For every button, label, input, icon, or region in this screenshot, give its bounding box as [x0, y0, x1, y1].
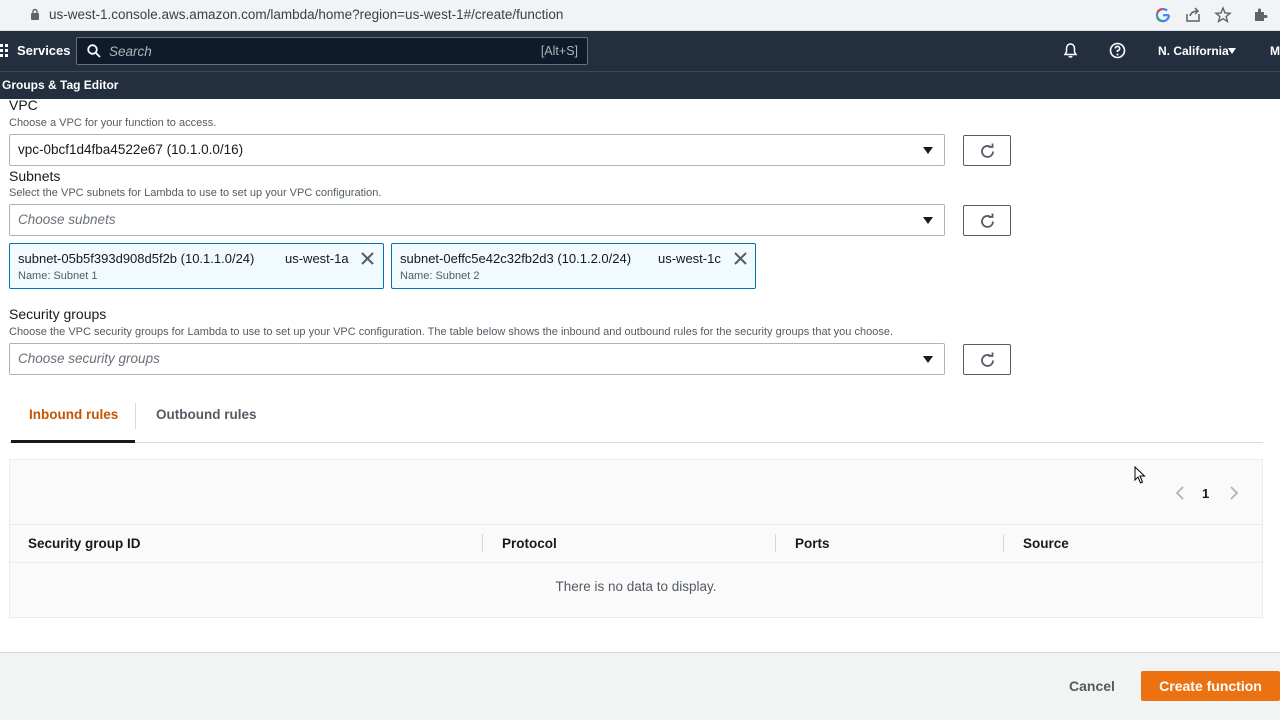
- account-menu[interactable]: M: [1270, 44, 1280, 58]
- security-groups-placeholder: Choose security groups: [18, 351, 160, 366]
- tab-inbound-rules[interactable]: Inbound rules: [29, 407, 118, 422]
- groups-tag-editor-link[interactable]: Groups & Tag Editor: [2, 78, 118, 92]
- security-groups-label: Security groups: [9, 306, 107, 322]
- subnet-token: subnet-0effc5e42c32fb2d3 (10.1.2.0/24) u…: [391, 243, 756, 289]
- cancel-button[interactable]: Cancel: [1062, 671, 1122, 701]
- pagination-page-number[interactable]: 1: [1202, 486, 1209, 501]
- column-header-ports[interactable]: Ports: [795, 536, 830, 551]
- column-resizer[interactable]: [1003, 534, 1004, 552]
- browser-address-bar[interactable]: us-west-1.console.aws.amazon.com/lambda/…: [0, 0, 1280, 31]
- lock-icon: [31, 8, 39, 20]
- refresh-security-groups-button[interactable]: [963, 344, 1011, 375]
- vpc-select[interactable]: vpc-0bcf1d4fba4522e67 (10.1.0.0/16): [9, 134, 945, 166]
- subnet-token-id: subnet-0effc5e42c32fb2d3 (10.1.2.0/24): [400, 251, 632, 266]
- security-groups-select[interactable]: Choose security groups: [9, 343, 945, 375]
- column-header-protocol[interactable]: Protocol: [502, 536, 557, 551]
- close-icon[interactable]: [734, 252, 747, 265]
- extensions-icon[interactable]: [1252, 6, 1270, 24]
- vpc-label: VPC: [9, 97, 38, 113]
- subnets-placeholder: Choose subnets: [18, 212, 116, 227]
- vpc-description: Choose a VPC for your function to access…: [9, 117, 217, 129]
- subnets-select[interactable]: Choose subnets: [9, 204, 945, 236]
- help-icon[interactable]: [1109, 42, 1126, 59]
- create-function-button[interactable]: Create function: [1141, 671, 1280, 701]
- caret-down-icon[interactable]: [1228, 48, 1236, 54]
- subnet-token: subnet-05b5f393d908d5f2b (10.1.1.0/24) u…: [9, 243, 384, 289]
- browser-url[interactable]: us-west-1.console.aws.amazon.com/lambda/…: [49, 7, 563, 22]
- share-icon[interactable]: [1184, 6, 1202, 24]
- table-body-divider: [9, 562, 1263, 563]
- chevron-right-icon[interactable]: [1229, 486, 1239, 500]
- table-header-divider: [9, 524, 1263, 525]
- subnet-token-az: us-west-1c: [658, 251, 721, 266]
- refresh-subnets-button[interactable]: [963, 205, 1011, 236]
- star-icon[interactable]: [1214, 6, 1232, 24]
- tab-separator: [135, 403, 136, 429]
- subnets-description: Select the VPC subnets for Lambda to use…: [9, 187, 382, 199]
- aws-top-navigation: Services [Alt+S] N. California M: [0, 31, 1280, 71]
- global-search[interactable]: [Alt+S]: [76, 37, 588, 65]
- services-menu-button[interactable]: Services: [17, 43, 71, 58]
- search-icon: [87, 44, 101, 58]
- column-resizer[interactable]: [482, 534, 483, 552]
- chevron-left-icon[interactable]: [1175, 486, 1185, 500]
- subnet-token-az: us-west-1a: [285, 251, 349, 266]
- search-input[interactable]: [109, 41, 509, 61]
- refresh-icon: [981, 352, 994, 367]
- active-tab-indicator: [11, 440, 135, 443]
- tabs-divider: [9, 442, 1263, 443]
- column-header-security-group-id[interactable]: Security group ID: [28, 536, 141, 551]
- subnet-token-name: Name: Subnet 1: [18, 270, 98, 282]
- caret-down-icon: [923, 217, 933, 224]
- table-empty-message: There is no data to display.: [555, 579, 717, 594]
- service-shortcuts-bar: Groups & Tag Editor: [0, 71, 1280, 99]
- column-header-source[interactable]: Source: [1023, 536, 1069, 551]
- column-resizer[interactable]: [775, 534, 776, 552]
- refresh-icon: [981, 213, 994, 228]
- security-groups-description: Choose the VPC security groups for Lambd…: [9, 326, 893, 338]
- rules-table: [9, 459, 1263, 618]
- subnets-label: Subnets: [9, 168, 61, 184]
- search-shortcut-hint: [Alt+S]: [540, 44, 578, 58]
- refresh-icon: [981, 143, 994, 158]
- services-grid-icon[interactable]: [0, 44, 12, 58]
- google-icon[interactable]: [1154, 6, 1172, 24]
- mouse-cursor-icon: [1134, 466, 1146, 484]
- region-selector[interactable]: N. California: [1158, 44, 1229, 58]
- subnet-token-name: Name: Subnet 2: [400, 270, 480, 282]
- refresh-vpc-button[interactable]: [963, 135, 1011, 166]
- tab-outbound-rules[interactable]: Outbound rules: [156, 407, 257, 422]
- vpc-selected-value: vpc-0bcf1d4fba4522e67 (10.1.0.0/16): [18, 142, 244, 157]
- close-icon[interactable]: [361, 252, 374, 265]
- caret-down-icon: [923, 147, 933, 154]
- bell-icon[interactable]: [1062, 42, 1079, 59]
- caret-down-icon: [923, 356, 933, 363]
- subnet-token-id: subnet-05b5f393d908d5f2b (10.1.1.0/24): [18, 251, 255, 266]
